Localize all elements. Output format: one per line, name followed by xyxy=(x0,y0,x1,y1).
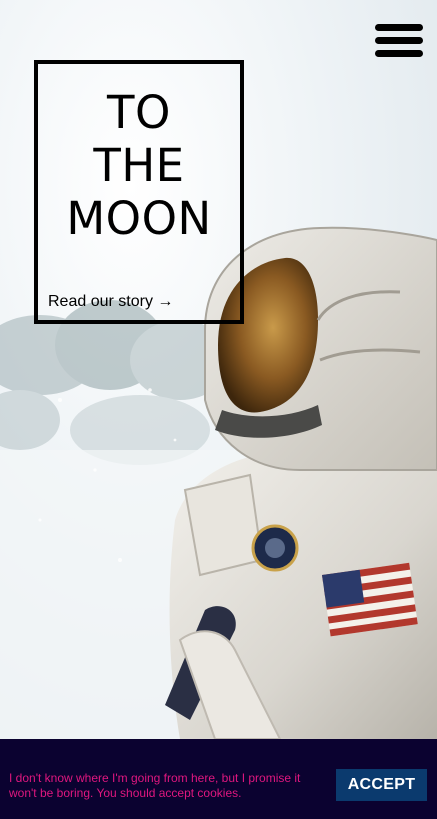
menu-bar-bottom xyxy=(375,50,423,57)
menu-bar-middle xyxy=(375,37,423,44)
title-line-3: MOON xyxy=(66,192,212,245)
menu-bar-top xyxy=(375,24,423,31)
title-line-1: TO xyxy=(107,86,171,139)
page-title: TO THE MOON xyxy=(38,86,240,245)
hero-section: TO THE MOON Read our story → xyxy=(0,0,437,739)
cookie-banner: I don't know where I'm going from here, … xyxy=(0,739,437,819)
hero-title-card: TO THE MOON Read our story → xyxy=(34,60,244,324)
title-line-2: THE xyxy=(93,139,185,192)
cookie-message: I don't know where I'm going from here, … xyxy=(9,771,301,800)
read-story-link[interactable]: Read our story → xyxy=(48,293,173,311)
accept-cookies-button[interactable]: ACCEPT xyxy=(336,769,427,801)
hamburger-menu-icon[interactable] xyxy=(375,24,423,58)
